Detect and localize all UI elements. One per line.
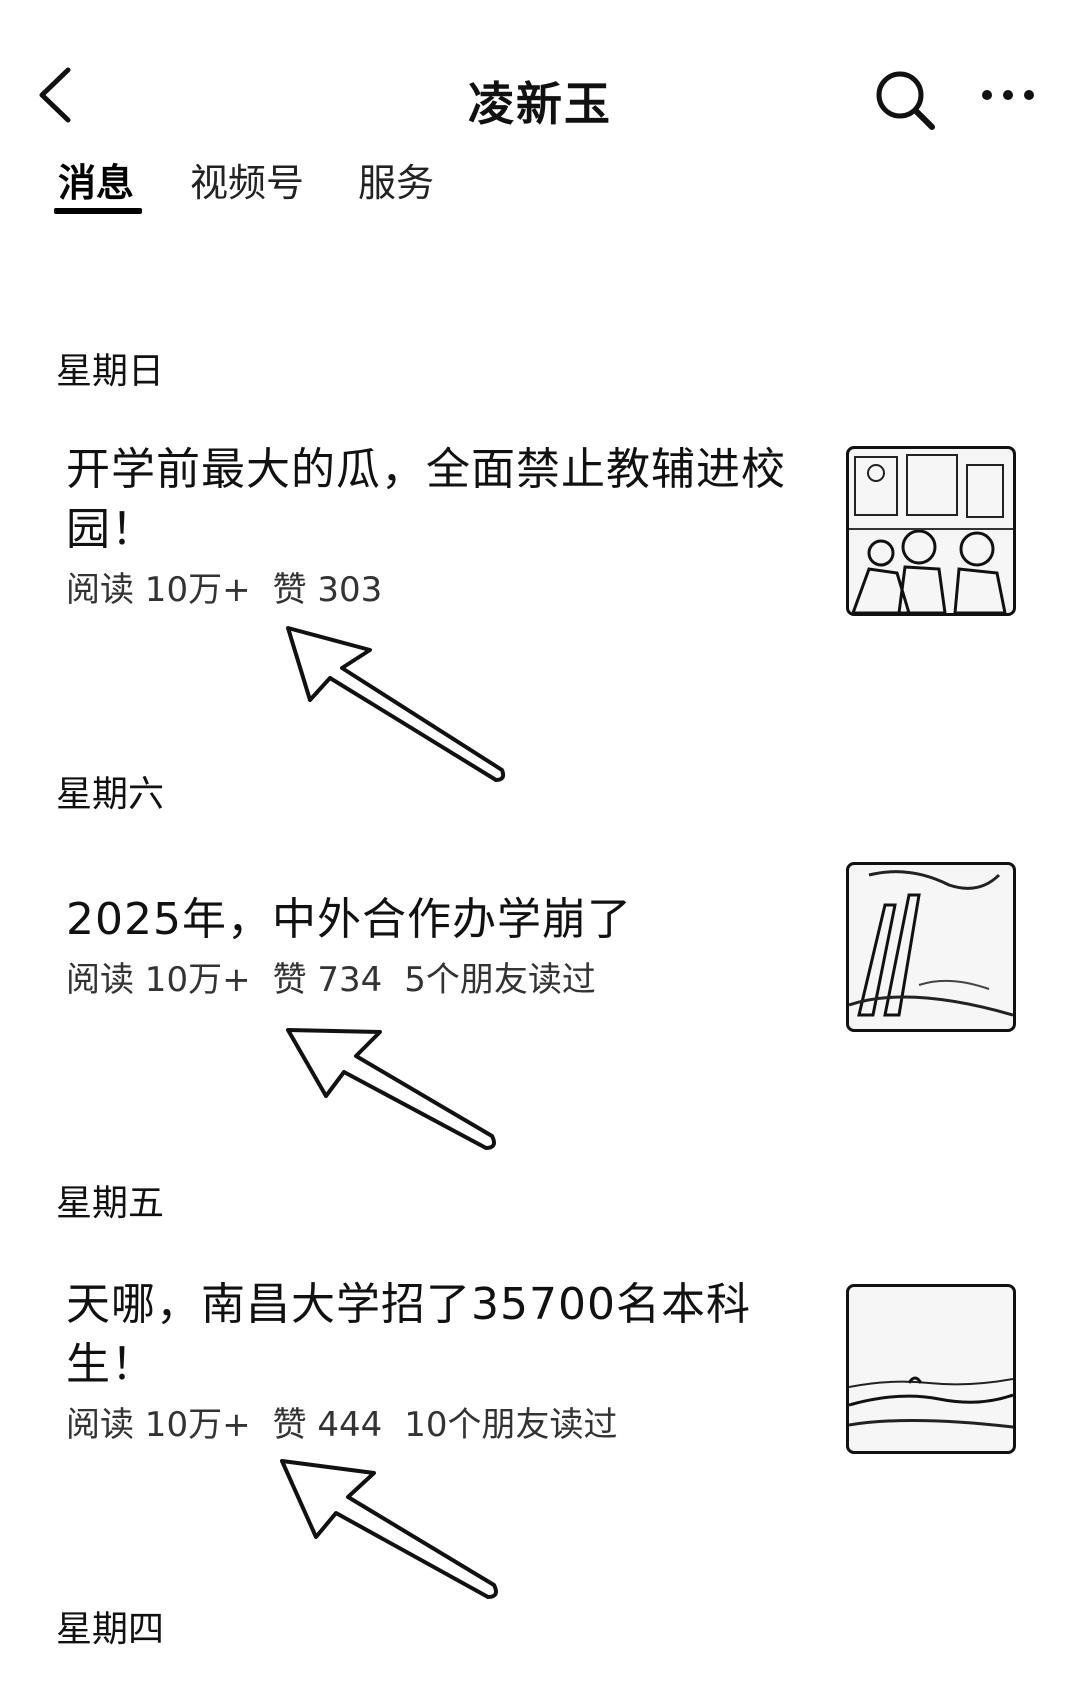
more-horizontal-icon	[982, 90, 1034, 100]
article-thumbnail[interactable]	[846, 446, 1016, 616]
day-label: 星期五	[56, 1183, 165, 1224]
tab-messages[interactable]: 消息	[58, 158, 134, 208]
annotation-arrow	[286, 626, 506, 782]
read-count: 阅读 10万+	[66, 570, 251, 610]
friends-read-count: 5个朋友读过	[404, 960, 596, 1000]
annotation-arrow	[286, 1028, 496, 1150]
article-thumbnail[interactable]	[846, 1284, 1016, 1454]
article-thumbnail[interactable]	[846, 862, 1016, 1032]
header: 凌新玉	[0, 0, 1080, 150]
article-title: 天哪，南昌大学招了35700名本科生！	[66, 1279, 751, 1390]
tab-services[interactable]: 服务	[358, 158, 434, 208]
tab-bar: 消息 视频号 服务	[0, 158, 1080, 228]
classroom-thumbnail-icon	[849, 454, 1013, 613]
campus-landscape-thumbnail-icon	[849, 1376, 1013, 1429]
article-title: 开学前最大的瓜，全面禁止教辅进校园！	[66, 444, 786, 555]
day-label: 星期日	[56, 351, 165, 392]
search-icon	[876, 71, 935, 130]
tab-channels[interactable]: 视频号	[190, 158, 304, 208]
like-count: 赞 734	[272, 960, 383, 1000]
day-label: 星期六	[56, 774, 165, 815]
like-count: 赞 444	[272, 1405, 383, 1445]
read-count: 阅读 10万+	[66, 960, 251, 1000]
read-count: 阅读 10万+	[66, 1405, 251, 1445]
annotation-arrow	[280, 1459, 498, 1599]
more-button[interactable]	[975, 75, 1045, 115]
article-title: 2025年，中外合作办学崩了	[66, 894, 632, 945]
friends-read-count: 10个朋友读过	[404, 1405, 618, 1445]
day-label: 星期四	[56, 1609, 165, 1650]
search-button[interactable]	[870, 65, 940, 135]
like-count: 赞 303	[272, 570, 383, 610]
active-tab-indicator	[54, 208, 142, 214]
tree-landscape-thumbnail-icon	[849, 870, 1013, 1017]
